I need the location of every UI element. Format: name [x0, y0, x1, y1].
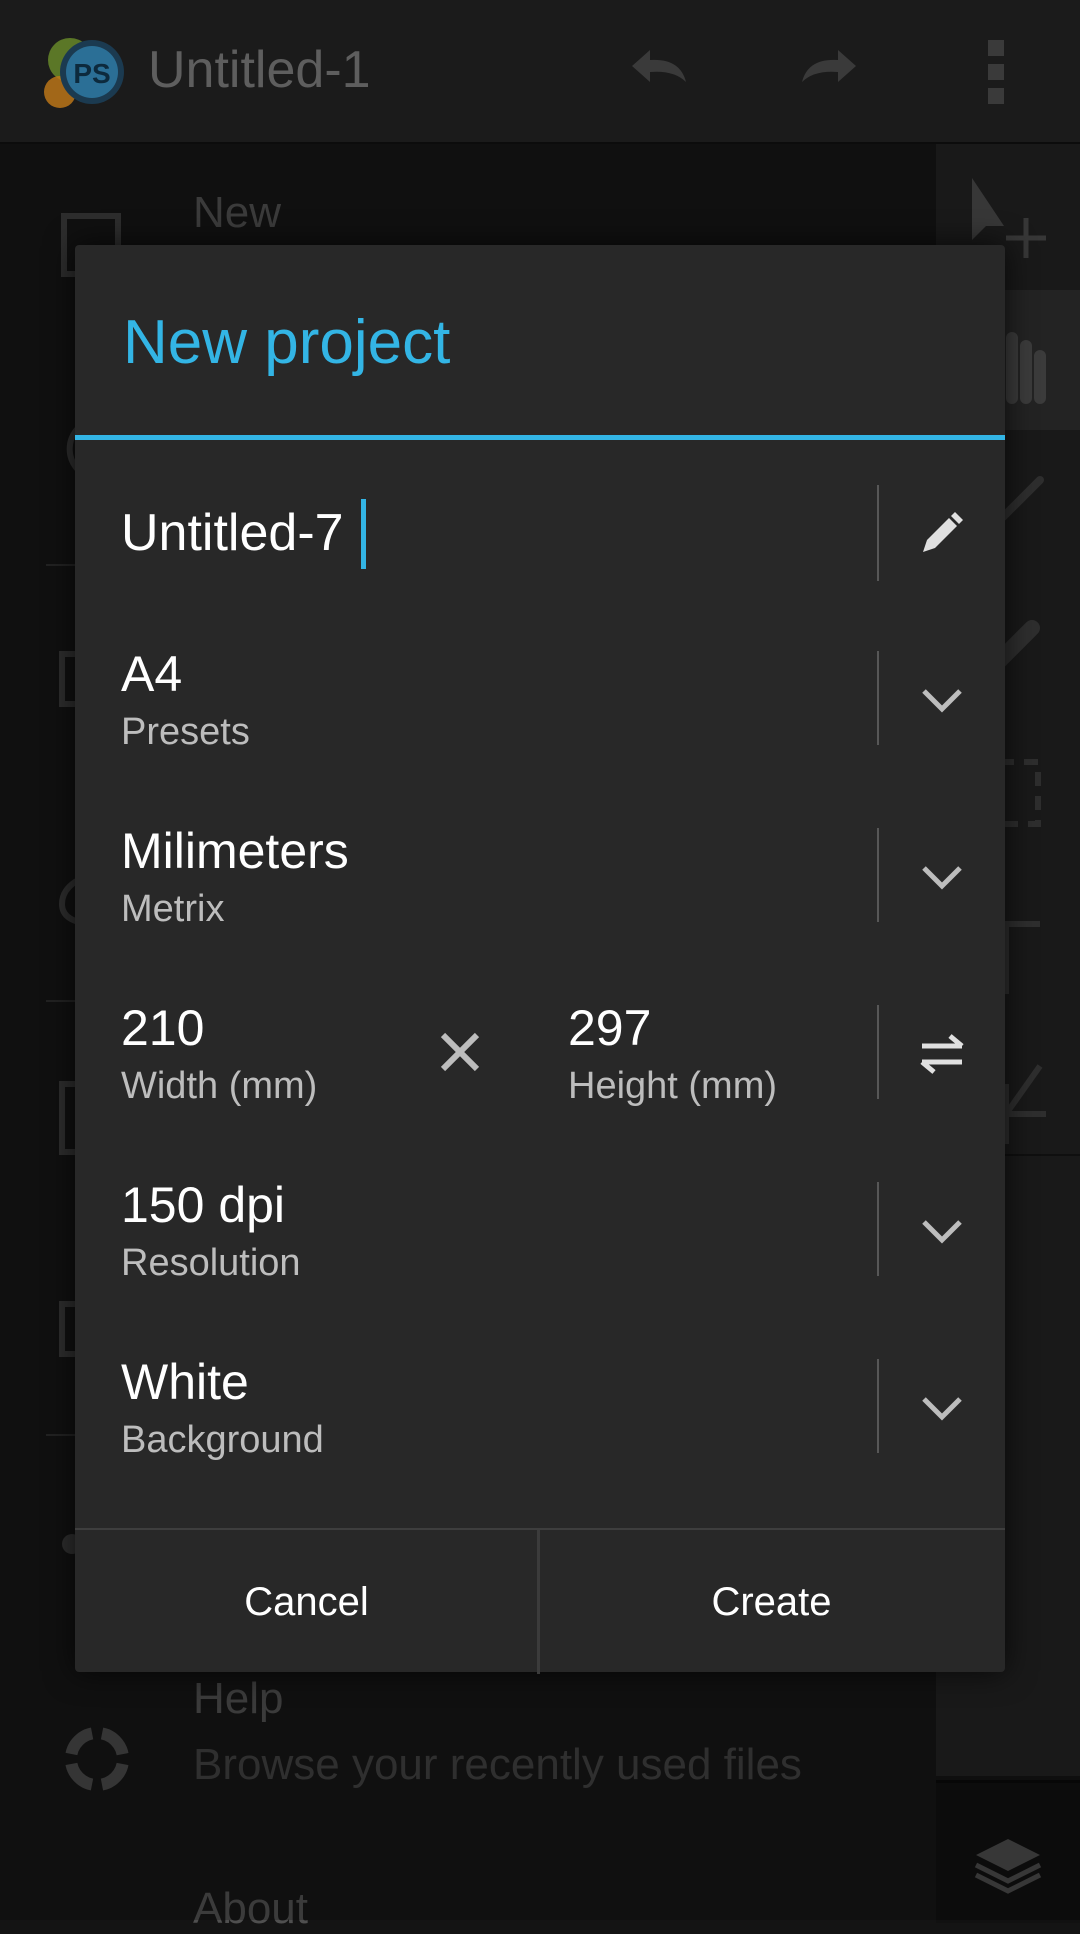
row-separator — [877, 1005, 879, 1099]
row-separator — [877, 1182, 879, 1276]
background-row[interactable]: White Background — [75, 1353, 1005, 1463]
create-button[interactable]: Create — [540, 1530, 1003, 1674]
new-project-dialog: New project A4 Presets Milimeters Metrix — [75, 245, 1005, 1674]
row-separator — [877, 1359, 879, 1453]
height-value[interactable]: 297 — [568, 999, 651, 1057]
metric-row[interactable]: Milimeters Metrix — [75, 822, 1005, 932]
resolution-value: 150 dpi — [121, 1177, 286, 1233]
background-value: White — [121, 1354, 249, 1410]
dialog-title: New project — [123, 308, 451, 377]
project-name-input[interactable] — [121, 485, 861, 581]
width-label: Width (mm) — [121, 1065, 318, 1107]
row-separator — [877, 828, 879, 922]
multiply-icon — [440, 1032, 480, 1072]
redo-icon[interactable] — [790, 36, 870, 108]
metric-label: Metrix — [121, 888, 225, 930]
size-row: 210 Width (mm) 297 Height (mm) — [75, 999, 1005, 1109]
project-name-row — [75, 485, 1005, 581]
chevron-down-icon — [922, 1220, 962, 1244]
preset-dropdown[interactable] — [897, 645, 987, 755]
swap-dimensions-button[interactable] — [897, 999, 987, 1109]
metric-value: Milimeters — [121, 823, 349, 879]
preset-value: A4 — [121, 646, 183, 702]
resolution-row[interactable]: 150 dpi Resolution — [75, 1176, 1005, 1286]
resolution-dropdown[interactable] — [897, 1176, 987, 1286]
row-separator — [877, 485, 879, 581]
chevron-down-icon — [922, 866, 962, 890]
height-label: Height (mm) — [568, 1065, 778, 1107]
title-divider — [75, 435, 1005, 440]
dialog-footer: Cancel Create — [75, 1528, 1005, 1674]
width-value[interactable]: 210 — [121, 999, 204, 1057]
cancel-button[interactable]: Cancel — [75, 1530, 538, 1674]
metric-dropdown[interactable] — [897, 822, 987, 932]
chevron-down-icon — [922, 689, 962, 713]
logo-text: PS — [73, 58, 110, 89]
app-logo[interactable]: PS — [40, 28, 132, 116]
background-dropdown[interactable] — [897, 1353, 987, 1463]
background-label: Background — [121, 1419, 324, 1461]
edit-name-button[interactable] — [897, 485, 987, 581]
text-caret — [361, 499, 366, 569]
action-bar: PS Untitled-1 — [0, 0, 1080, 144]
app-title: Untitled-1 — [148, 41, 371, 99]
preset-label: Presets — [121, 711, 250, 753]
swap-icon — [920, 1034, 964, 1074]
overflow-menu-icon[interactable] — [968, 36, 1024, 108]
pencil-icon — [923, 512, 963, 552]
resolution-label: Resolution — [121, 1242, 301, 1284]
undo-icon[interactable] — [618, 36, 698, 108]
preset-row[interactable]: A4 Presets — [75, 645, 1005, 755]
chevron-down-icon — [922, 1397, 962, 1421]
row-separator — [877, 651, 879, 745]
